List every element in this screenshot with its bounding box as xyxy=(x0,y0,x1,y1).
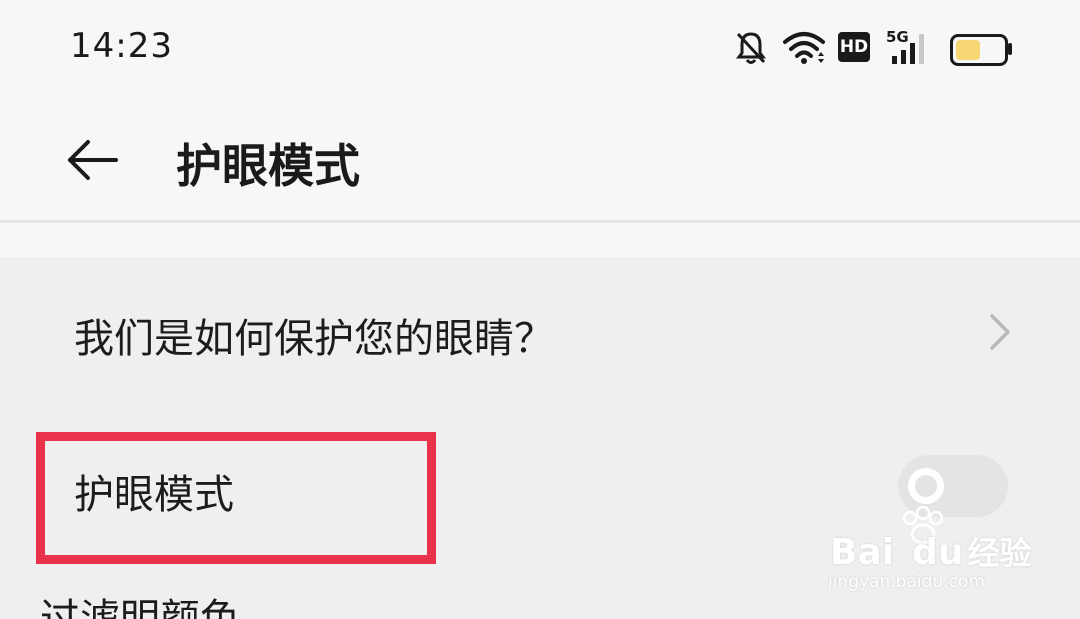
settings-item-eye-protection-info[interactable]: 我们是如何保护您的眼睛？ xyxy=(0,280,1080,390)
wifi-icon xyxy=(783,32,825,64)
bell-muted-icon xyxy=(736,32,766,64)
battery-icon xyxy=(950,34,1014,66)
back-button[interactable] xyxy=(58,128,130,192)
network-label: 5G xyxy=(886,28,909,46)
status-icons: HD 5G xyxy=(734,28,1014,68)
status-bar: 14:23 HD 5G xyxy=(0,0,1080,96)
chevron-right-icon xyxy=(990,314,1010,350)
settings-item-label: 护眼模式 xyxy=(74,472,234,518)
arrow-left-icon xyxy=(68,140,118,180)
hd-label: HD xyxy=(839,37,869,57)
app-header: 护眼模式 xyxy=(0,96,1080,220)
signal-5g-icon: 5G xyxy=(886,28,936,68)
toggle-knob xyxy=(908,468,944,504)
page-title: 护眼模式 xyxy=(176,139,360,193)
eye-protection-toggle[interactable] xyxy=(898,455,1008,517)
hd-icon: HD xyxy=(838,32,870,62)
settings-item-label: 我们是如何保护您的眼睛？ xyxy=(74,316,554,362)
settings-item-label-partial[interactable]: 过滤明颜色 xyxy=(40,596,240,619)
section-gap xyxy=(0,223,1080,257)
status-time: 14:23 xyxy=(70,26,173,66)
